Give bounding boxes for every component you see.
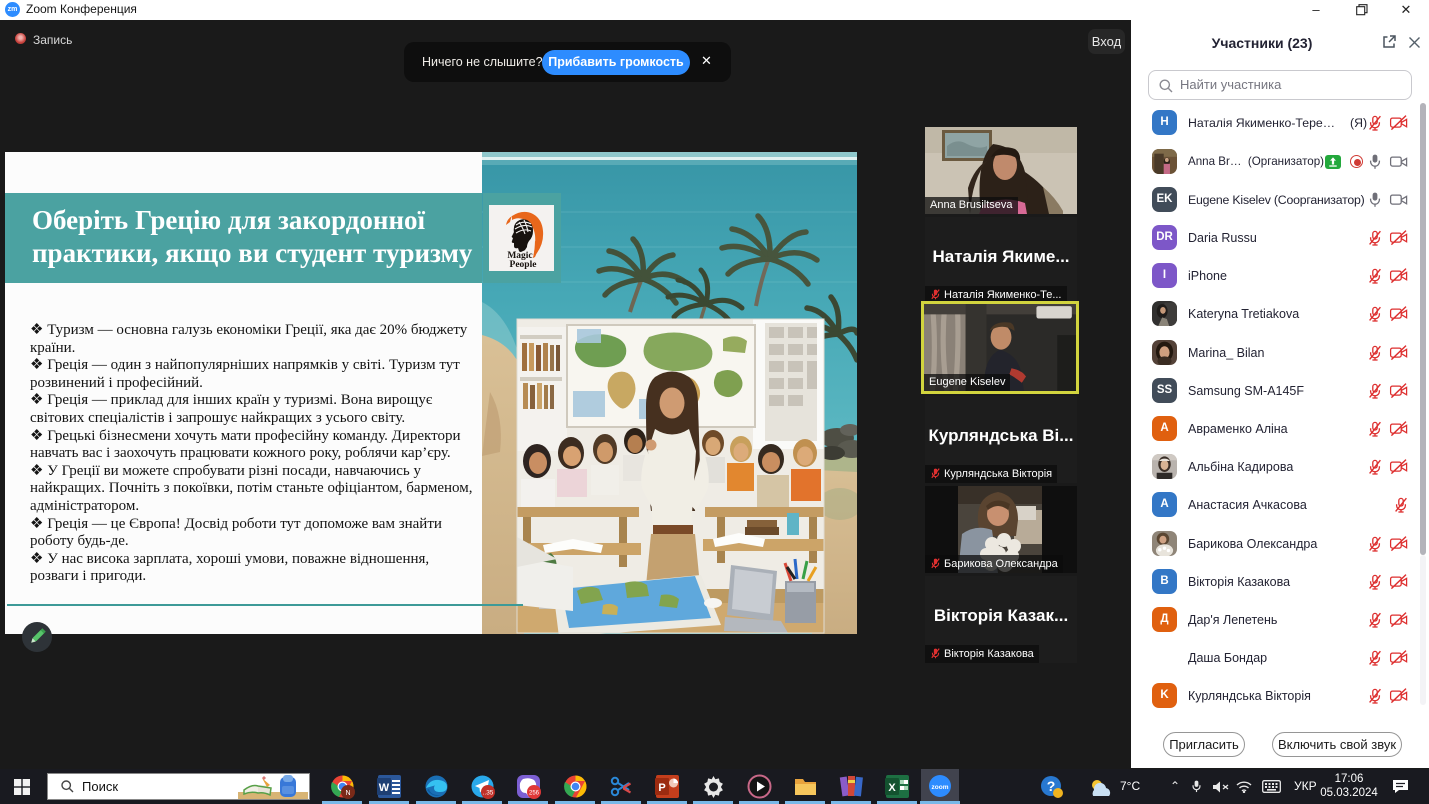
- svg-text:X: X: [888, 782, 896, 794]
- svg-text:P: P: [658, 782, 665, 794]
- svg-text:256: 256: [529, 791, 540, 797]
- svg-text:N: N: [345, 790, 350, 797]
- svg-text:..35: ..35: [483, 790, 494, 797]
- svg-text:W: W: [379, 782, 390, 794]
- svg-text:zoom: zoom: [932, 784, 949, 791]
- svg-text:People: People: [510, 260, 537, 270]
